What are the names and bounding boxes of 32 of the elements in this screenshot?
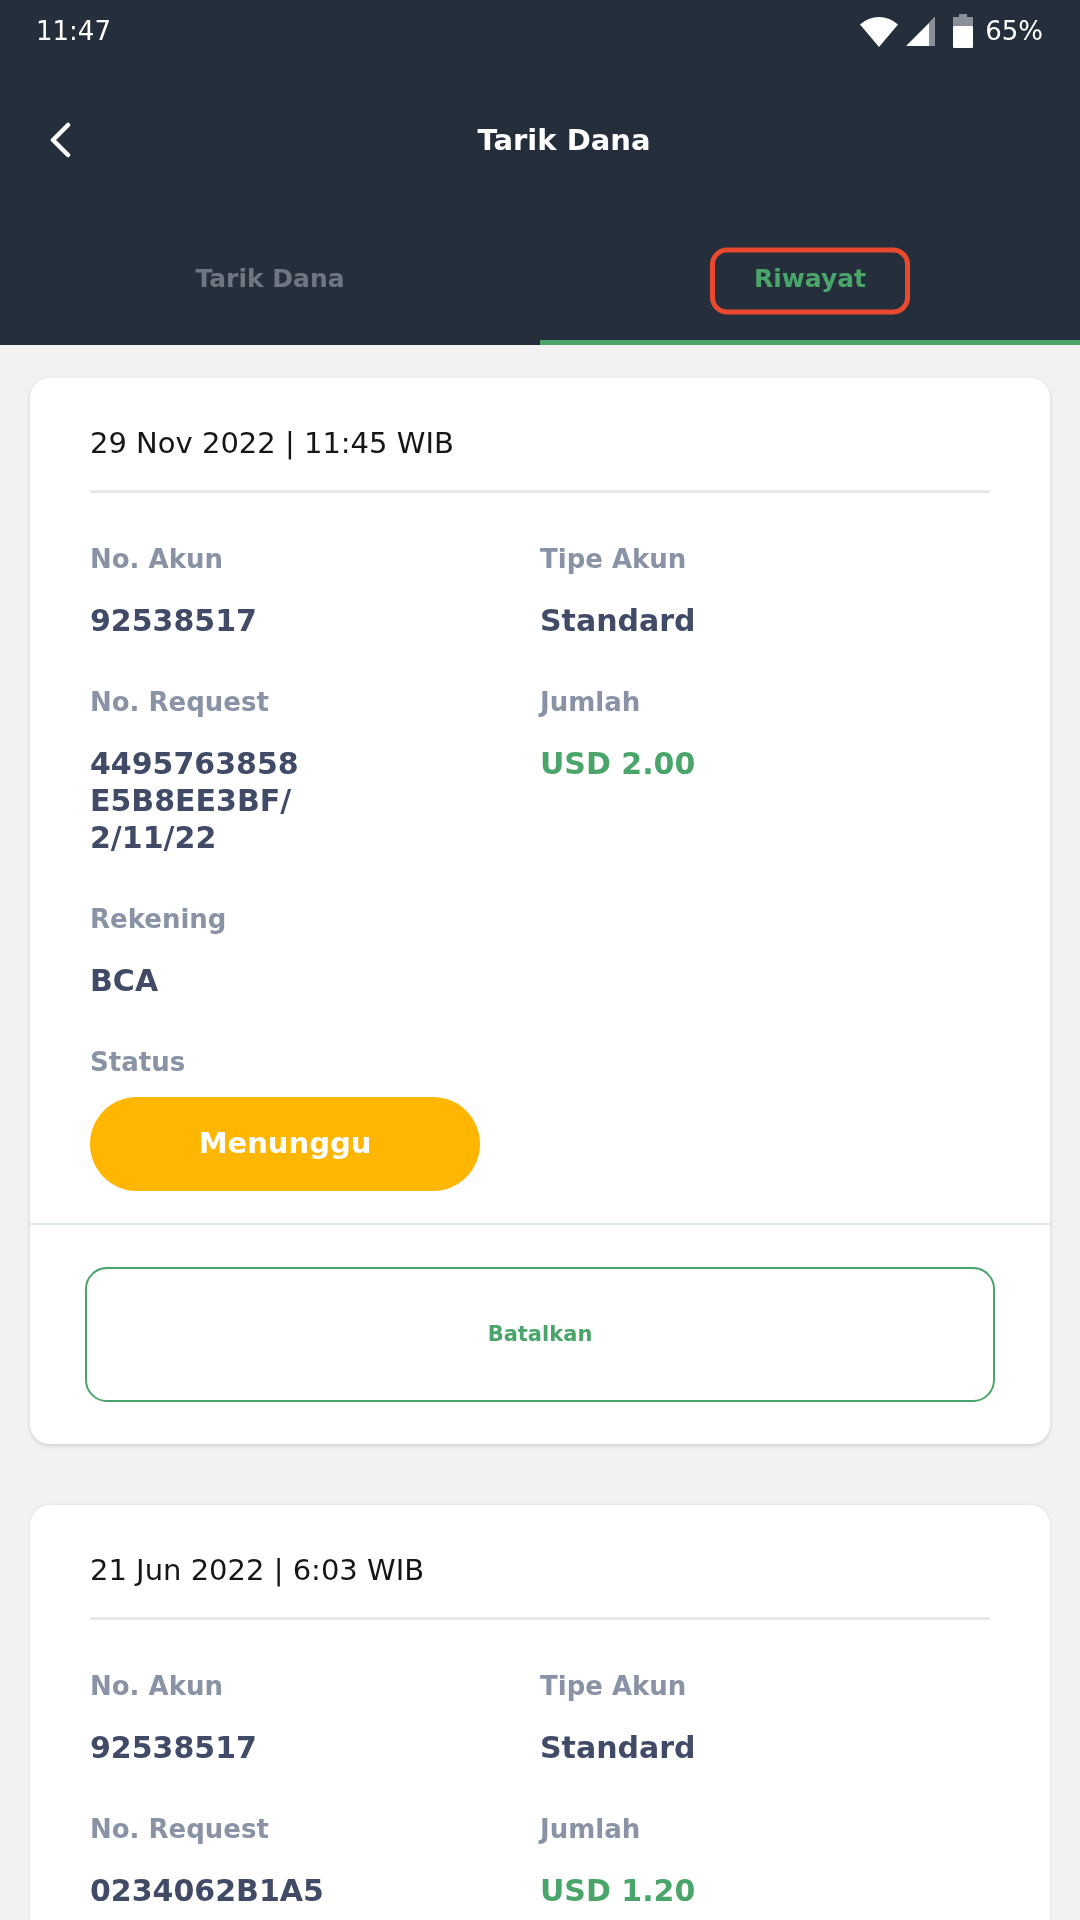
field-label: No. Request — [90, 687, 270, 717]
amount-value: USD 2.00 — [540, 745, 697, 782]
field-label: Jumlah — [540, 1814, 642, 1844]
tab[interactable]: Tarik Dana — [0, 218, 540, 345]
status-pill: Menunggu — [90, 1097, 480, 1191]
field-label: Status — [90, 1047, 187, 1077]
field-label: Jumlah — [540, 687, 642, 717]
field-label: No. Akun — [90, 544, 224, 574]
field-value: 4495763858 E5B8EE3BF/ 2/11/22 — [90, 745, 300, 856]
screen-title: Tarik Dana — [477, 122, 651, 158]
date-time-text: 29 Nov 2022 | 11:45 WIB — [90, 425, 455, 461]
back-icon[interactable] — [48, 122, 72, 158]
date-time-text: 21 Jun 2022 | 6:03 WIB — [90, 1552, 426, 1588]
status-time: 11:47 — [36, 16, 111, 46]
signal-icon — [906, 16, 936, 46]
field-value: BCA — [90, 962, 160, 999]
tab[interactable]: Riwayat — [540, 218, 1080, 345]
battery-percent: 65% — [985, 16, 1043, 46]
amount-value: USD 1.20 — [540, 1872, 697, 1909]
field-value: Standard — [540, 1729, 697, 1766]
field-value: 0234062B1A5 — [90, 1872, 325, 1909]
field-label: No. Akun — [90, 1671, 224, 1701]
field-label: Rekening — [90, 904, 228, 934]
field-label: Tipe Akun — [540, 544, 688, 574]
field-value: 92538517 — [90, 602, 258, 639]
field-label: Tipe Akun — [540, 1671, 688, 1701]
field-value: 92538517 — [90, 1729, 258, 1766]
field-value: Standard — [540, 602, 697, 639]
wifi-icon — [860, 15, 899, 47]
battery-icon — [953, 14, 974, 48]
cancel-button[interactable]: Batalkan — [85, 1267, 995, 1402]
field-label: No. Request — [90, 1814, 270, 1844]
